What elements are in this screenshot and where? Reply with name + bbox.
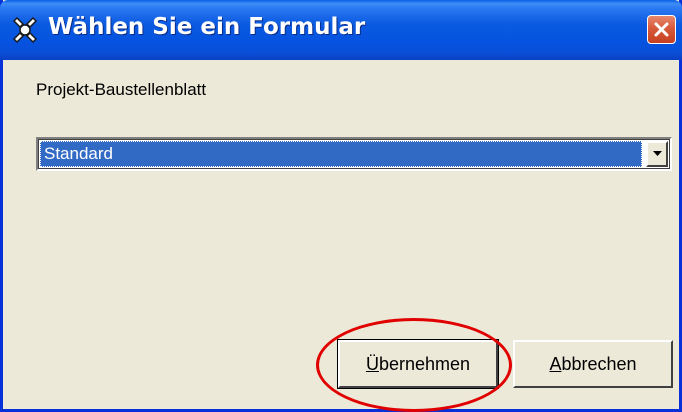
dropdown-button[interactable] <box>646 141 668 167</box>
close-icon <box>654 22 669 37</box>
selected-form-value[interactable]: Standard <box>40 141 642 167</box>
cancel-mnemonic: A <box>549 354 562 374</box>
apply-label: bernehmen <box>378 354 471 374</box>
apply-button[interactable]: Übernehmen <box>337 339 499 389</box>
dialog-window: Wählen Sie ein Formular Projekt-Baustell… <box>0 0 682 412</box>
title-bar[interactable]: Wählen Sie ein Formular <box>0 0 682 60</box>
cancel-button[interactable]: Abbrechen <box>513 340 673 388</box>
close-button[interactable] <box>647 15 676 44</box>
apply-mnemonic: Ü <box>365 354 379 374</box>
form-label: Projekt-Baustellenblatt <box>36 80 207 99</box>
cancel-label: bbrechen <box>561 354 637 374</box>
form-select[interactable]: Standard <box>36 137 672 171</box>
chevron-down-icon <box>653 151 662 156</box>
app-icon <box>10 15 40 45</box>
window-title: Wählen Sie ein Formular <box>48 14 366 40</box>
